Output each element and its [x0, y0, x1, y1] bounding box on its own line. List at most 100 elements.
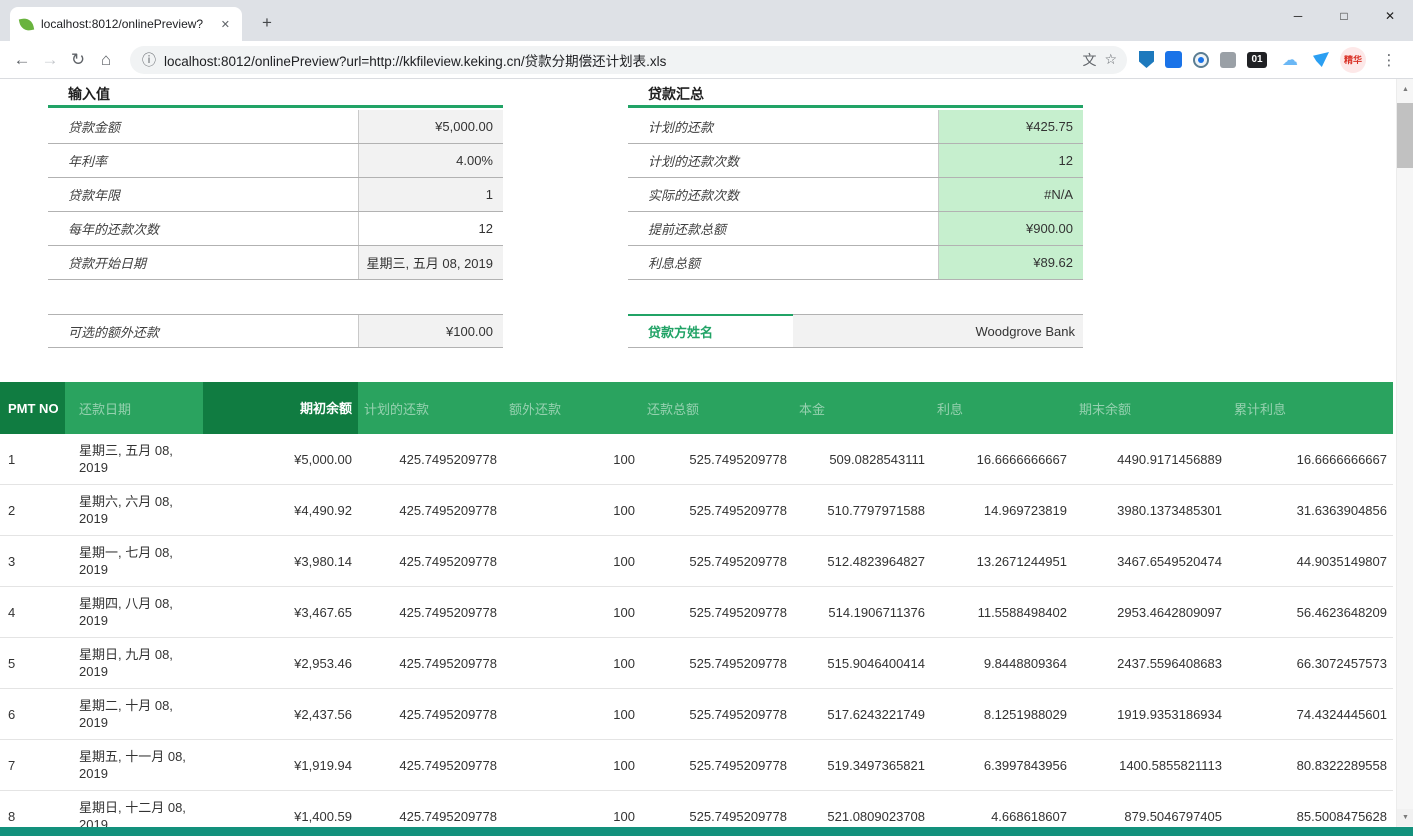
table-cell: 2 — [0, 503, 65, 518]
extra-payment-label: 可选的额外还款 — [48, 315, 358, 347]
table-cell: 879.5046797405 — [1073, 809, 1228, 824]
input-row-value: 12 — [358, 212, 503, 245]
close-button[interactable]: ✕ — [1367, 0, 1413, 31]
table-cell: 星期日, 九月 08, 2019 — [65, 638, 203, 688]
extension-shield-icon[interactable] — [1139, 51, 1154, 68]
browser-menu-icon[interactable]: ⋮ — [1377, 48, 1401, 72]
extension-translate-icon[interactable] — [1165, 51, 1182, 68]
table-cell: 100 — [503, 707, 641, 722]
extra-payment-value: ¥100.00 — [358, 315, 503, 347]
vertical-scrollbar[interactable]: ▲ ▼ — [1396, 79, 1413, 827]
extension-gray-icon[interactable] — [1220, 52, 1236, 68]
table-row: 6星期二, 十月 08, 2019¥2,437.56425.7495209778… — [0, 689, 1393, 740]
table-cell: 74.4324445601 — [1228, 707, 1393, 722]
forward-icon[interactable]: → — [38, 48, 62, 72]
input-row-value: 4.00% — [358, 144, 503, 177]
extension-cloud-icon[interactable]: ☁ — [1278, 48, 1302, 72]
summary-row-label: 提前还款总额 — [628, 212, 938, 245]
table-cell: 16.6666666667 — [1228, 452, 1393, 467]
table-cell: 13.2671244951 — [931, 554, 1073, 569]
table-cell: 425.7495209778 — [358, 809, 503, 824]
input-row-label: 贷款年限 — [48, 178, 358, 211]
input-section-title-text: 输入值 — [68, 84, 110, 104]
table-cell: 4 — [0, 605, 65, 620]
extension-circle-icon[interactable] — [1193, 52, 1209, 68]
table-cell: 星期日, 十二月 08, 2019 — [65, 791, 203, 827]
input-row-label: 贷款开始日期 — [48, 246, 358, 279]
toolbar-right-cluster: 01 ☁ 精华 ⋮ — [1139, 47, 1401, 73]
table-cell: 85.5008475628 — [1228, 809, 1393, 824]
table-cell: ¥3,467.65 — [203, 605, 358, 620]
table-cell: 100 — [503, 452, 641, 467]
input-row-label: 每年的还款次数 — [48, 212, 358, 245]
maximize-button[interactable]: □ — [1321, 0, 1367, 31]
extension-bird-icon[interactable] — [1313, 52, 1329, 67]
summary-row-label: 实际的还款次数 — [628, 178, 938, 211]
table-cell: 525.7495209778 — [641, 707, 793, 722]
input-row-value: 1 — [358, 178, 503, 211]
input-rows: 贷款金额¥5,000.00年利率4.00%贷款年限1每年的还款次数12贷款开始日… — [48, 110, 503, 280]
new-tab-button[interactable]: + — [254, 10, 280, 36]
minimize-button[interactable]: ─ — [1275, 0, 1321, 31]
extra-payment-row: 可选的额外还款 ¥100.00 — [48, 314, 503, 348]
scroll-up-icon[interactable]: ▲ — [1397, 81, 1413, 98]
table-cell: ¥3,980.14 — [203, 554, 358, 569]
tab-close-icon[interactable]: ✕ — [219, 16, 232, 33]
summary-row-label: 计划的还款 — [628, 110, 938, 143]
input-row: 每年的还款次数12 — [48, 212, 503, 246]
reload-icon[interactable]: ↻ — [66, 48, 90, 72]
table-cell: 100 — [503, 809, 641, 824]
input-section-title: 输入值 — [48, 82, 503, 108]
table-cell: ¥2,953.46 — [203, 656, 358, 671]
extension-badge-01[interactable]: 01 — [1247, 52, 1267, 68]
table-cell: ¥1,919.94 — [203, 758, 358, 773]
table-cell: 6 — [0, 707, 65, 722]
input-row-label: 年利率 — [48, 144, 358, 177]
input-row: 贷款金额¥5,000.00 — [48, 110, 503, 144]
table-cell: 14.969723819 — [931, 503, 1073, 518]
profile-avatar[interactable]: 精华 — [1340, 47, 1366, 73]
tab-strip: localhost:8012/onlinePreview? ✕ + ─ □ ✕ — [0, 0, 1413, 41]
table-header-cell: 还款日期 — [65, 382, 203, 434]
table-cell: 1 — [0, 452, 65, 467]
table-header-cell: 本金 — [793, 382, 931, 434]
scrollbar-thumb[interactable] — [1397, 103, 1413, 168]
table-header: PMT NO还款日期期初余额计划的还款额外还款还款总额本金利息期末余额累计利息 — [0, 382, 1393, 434]
summary-rows: 计划的还款¥425.75计划的还款次数12实际的还款次数#N/A提前还款总额¥9… — [628, 110, 1083, 280]
summary-section-title: 贷款汇总 — [628, 82, 1083, 108]
browser-tab[interactable]: localhost:8012/onlinePreview? ✕ — [10, 7, 242, 41]
table-row: 7星期五, 十一月 08, 2019¥1,919.94425.749520977… — [0, 740, 1393, 791]
home-icon[interactable]: ⌂ — [94, 48, 118, 72]
scroll-down-icon[interactable]: ▼ — [1397, 809, 1413, 826]
table-cell: 16.6666666667 — [931, 452, 1073, 467]
table-cell: 7 — [0, 758, 65, 773]
table-cell: 8.1251988029 — [931, 707, 1073, 722]
browser-toolbar: ← → ↻ ⌂ ⓘ localhost:8012/onlinePreview?u… — [0, 41, 1413, 79]
table-cell: 3467.6549520474 — [1073, 554, 1228, 569]
table-cell: 525.7495209778 — [641, 452, 793, 467]
table-row: 1星期三, 五月 08, 2019¥5,000.00425.7495209778… — [0, 434, 1393, 485]
table-cell: 100 — [503, 503, 641, 518]
table-body: 1星期三, 五月 08, 2019¥5,000.00425.7495209778… — [0, 434, 1393, 827]
address-bar[interactable]: ⓘ localhost:8012/onlinePreview?url=http:… — [130, 46, 1127, 74]
table-cell: 星期四, 八月 08, 2019 — [65, 587, 203, 637]
translate-icon[interactable]: 文 — [1082, 50, 1096, 70]
summary-row-value: 12 — [938, 144, 1083, 177]
table-cell: 4.668618607 — [931, 809, 1073, 824]
table-cell: 521.0809023708 — [793, 809, 931, 824]
lender-name-label: 贷款方姓名 — [628, 314, 793, 348]
table-cell: 425.7495209778 — [358, 656, 503, 671]
table-cell: 425.7495209778 — [358, 503, 503, 518]
summary-row: 计划的还款¥425.75 — [628, 110, 1083, 144]
window-controls: ─ □ ✕ — [1275, 0, 1413, 31]
bookmark-star-icon[interactable]: ☆ — [1104, 51, 1117, 68]
site-info-icon[interactable]: ⓘ — [142, 50, 156, 70]
table-cell: ¥4,490.92 — [203, 503, 358, 518]
page-footer-bar — [0, 827, 1413, 836]
table-cell: 1919.9353186934 — [1073, 707, 1228, 722]
table-row: 2星期六, 六月 08, 2019¥4,490.92425.7495209778… — [0, 485, 1393, 536]
back-icon[interactable]: ← — [10, 48, 34, 72]
table-cell: ¥1,400.59 — [203, 809, 358, 824]
table-header-cell: 计划的还款 — [358, 382, 503, 434]
table-cell: 9.8448809364 — [931, 656, 1073, 671]
